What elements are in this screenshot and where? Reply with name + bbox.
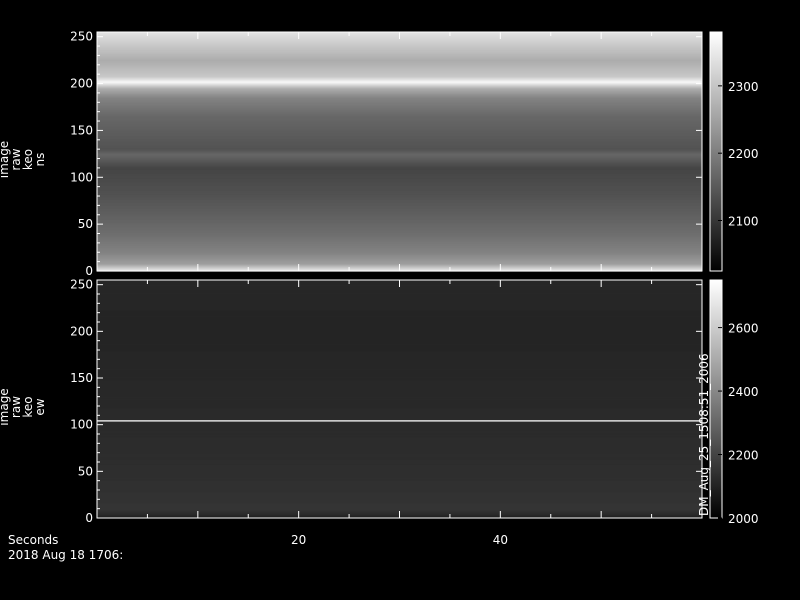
y-tick-label: 250 [70,30,93,44]
panel-top: 050100150200250imagerawkeons210022002300 [0,30,759,278]
colorbar-tick-label: 2400 [728,385,759,399]
y-tick-label: 50 [78,217,93,231]
panel-bottom: 050100150200250imagerawkeoew200022002400… [0,278,759,526]
colorbar-tick-label: 2200 [728,147,759,161]
y-tick-label: 100 [70,170,93,184]
colorbar-tick-label: 2100 [728,215,759,229]
x-tick-label: 20 [291,533,306,547]
colorbar-tick-label: 2300 [728,80,759,94]
colorbar-tick-label: 2600 [728,322,759,336]
colorbar [709,31,723,272]
y-tick-label: 0 [85,264,93,278]
y-tick-label: 50 [78,464,93,478]
y-axis-label-word: ns [33,153,47,167]
y-tick-label: 250 [70,278,93,292]
keogram-figure: 050100150200250imagerawkeons210022002300… [0,30,759,562]
x-tick-label: 40 [493,533,508,547]
date-label: 2018 Aug 18 1706: [8,548,123,562]
y-tick-label: 150 [70,123,93,137]
colorbar [709,279,723,519]
colorbar-tick-label: 2200 [728,449,759,463]
x-axis-title: Seconds [8,533,58,547]
y-tick-label: 200 [70,77,93,91]
colorbar-tick-label: 2000 [728,512,759,526]
colorbar-annotation: DM_Aug_25_1508:51_2006 [697,353,711,516]
y-tick-label: 150 [70,371,93,385]
y-axis-label-word: ew [33,398,47,415]
y-tick-label: 0 [85,511,93,525]
y-tick-label: 100 [70,418,93,432]
y-tick-label: 200 [70,324,93,338]
